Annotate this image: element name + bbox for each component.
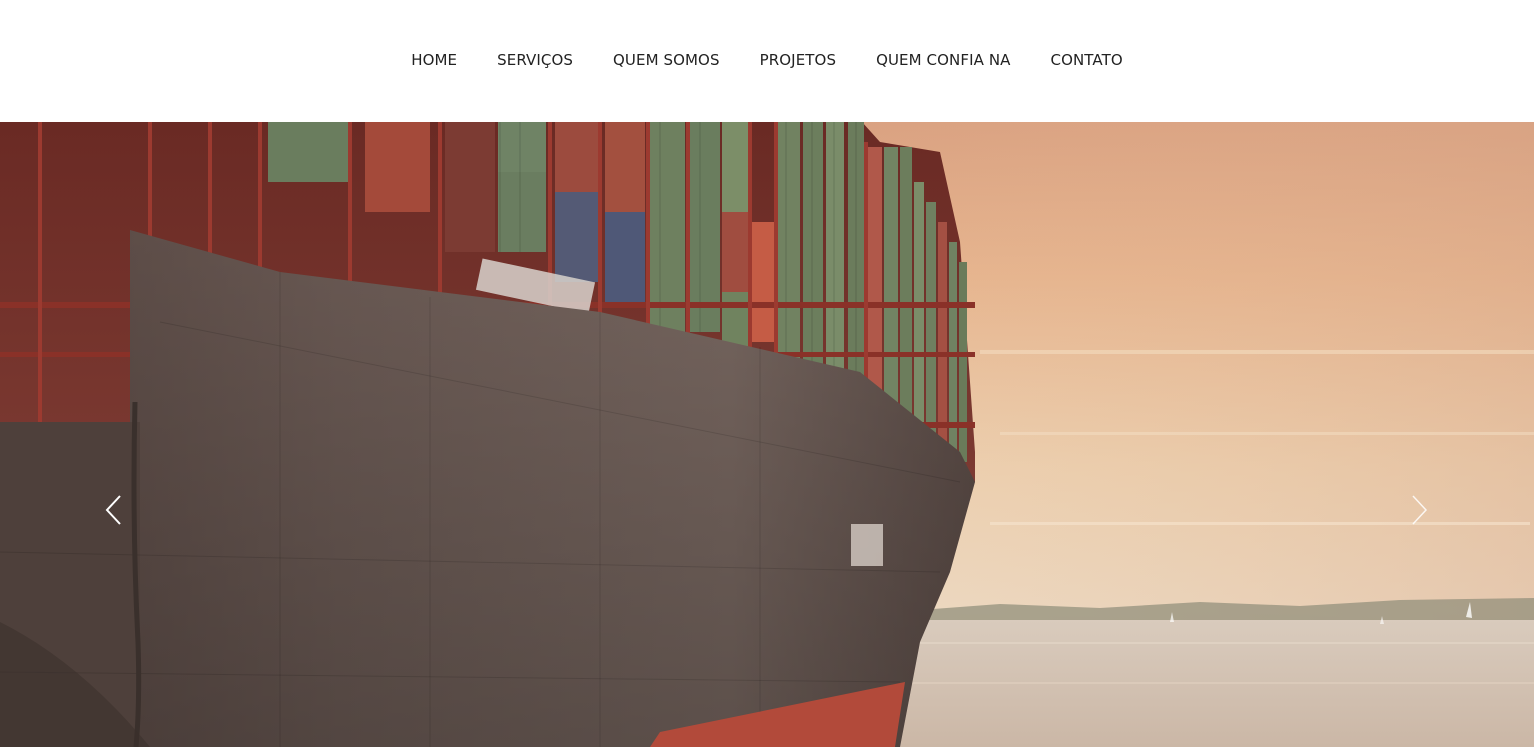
slider-next-button[interactable]	[1405, 494, 1435, 526]
nav-item-quem-confia[interactable]: QUEM CONFIA NA	[876, 50, 1010, 70]
chevron-right-icon	[1412, 495, 1428, 525]
nav-item-contato[interactable]: CONTATO	[1051, 50, 1123, 70]
main-nav: HOME SERVIÇOS QUEM SOMOS PROJETOS QUEM C…	[0, 50, 1534, 70]
site-header: HOME SERVIÇOS QUEM SOMOS PROJETOS QUEM C…	[0, 0, 1534, 122]
nav-item-quem-somos[interactable]: QUEM SOMOS	[613, 50, 720, 70]
chevron-left-icon	[105, 495, 121, 525]
hero-slider	[0, 122, 1534, 747]
page: HOME SERVIÇOS QUEM SOMOS PROJETOS QUEM C…	[0, 0, 1534, 747]
nav-item-servicos[interactable]: SERVIÇOS	[497, 50, 573, 70]
slider-prev-button[interactable]	[100, 494, 130, 526]
nav-item-projetos[interactable]: PROJETOS	[760, 50, 836, 70]
hero-image	[0, 122, 1534, 747]
nav-item-home[interactable]: HOME	[411, 50, 457, 70]
